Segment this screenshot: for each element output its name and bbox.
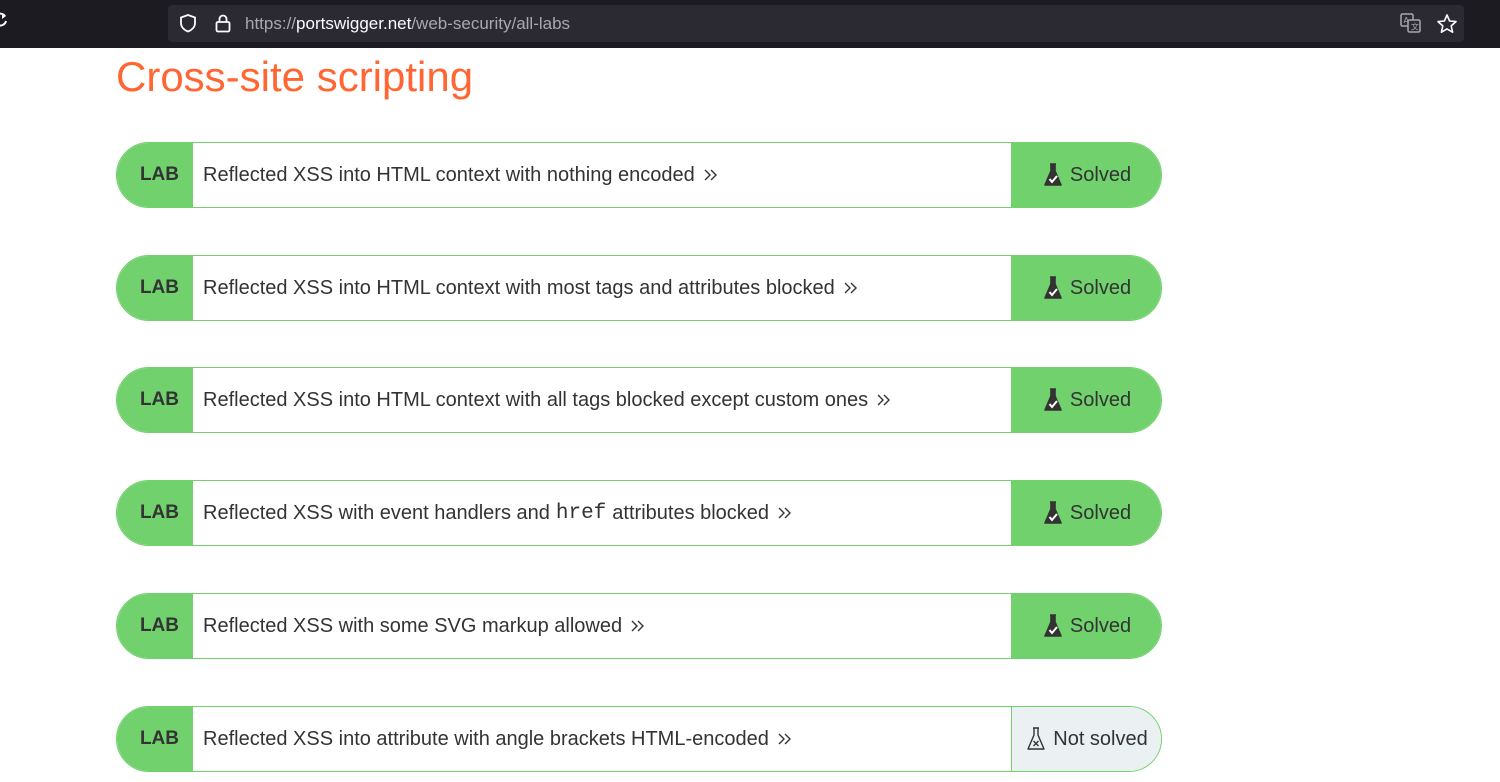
lab-title-text: Reflected XSS into attribute with angle … [203, 727, 769, 750]
lab-tag: LAB [117, 594, 193, 658]
lab-title-link[interactable]: Reflected XSS into HTML context with mos… [203, 256, 859, 320]
double-chevron-right-icon [630, 619, 646, 633]
lab-row[interactable]: LAB Reflected XSS into attribute with ang… [116, 706, 1162, 772]
status-badge-not-solved: Not solved [1011, 707, 1161, 771]
lab-title-code: href [555, 501, 607, 525]
address-bar[interactable]: https://portswigger.net/web-security/all… [168, 5, 1464, 42]
url-scheme: https:// [245, 14, 297, 33]
lab-title-link[interactable]: Reflected XSS into HTML context with not… [203, 143, 719, 207]
lab-title-link[interactable]: Reflected XSS with some SVG markup allow… [203, 594, 646, 658]
flask-x-icon [1025, 726, 1053, 752]
flask-check-icon [1042, 613, 1070, 639]
lab-title-link[interactable]: Reflected XSS with event handlers and hre… [203, 481, 793, 545]
lab-title-text: Reflected XSS into HTML context with mos… [203, 276, 835, 299]
lock-icon[interactable] [214, 13, 232, 38]
flask-check-icon [1042, 387, 1070, 413]
lab-row[interactable]: LAB Reflected XSS into HTML context with … [116, 255, 1162, 321]
svg-text:文: 文 [1411, 22, 1419, 32]
double-chevron-right-icon [777, 506, 793, 520]
lab-tag: LAB [117, 707, 193, 771]
status-label: Solved [1069, 501, 1132, 524]
status-badge-solved: Solved [1011, 594, 1161, 658]
lab-tag: LAB [117, 143, 193, 207]
browser-toolbar: https://portswigger.net/web-security/all… [0, 0, 1500, 48]
flask-check-icon [1042, 275, 1070, 301]
lab-title-text-after: attributes blocked [612, 501, 770, 524]
status-badge-solved: Solved [1011, 368, 1161, 432]
lab-tag: LAB [117, 368, 193, 432]
double-chevron-right-icon [876, 393, 892, 407]
status-label: Solved [1069, 614, 1132, 637]
lab-tag: LAB [117, 481, 193, 545]
lab-row[interactable]: LAB Reflected XSS with event handlers and… [116, 480, 1162, 546]
lab-title-link[interactable]: Reflected XSS into HTML context with all… [203, 368, 892, 432]
status-badge-solved: Solved [1011, 143, 1161, 207]
url-path: /web-security/all-labs [411, 14, 571, 33]
status-badge-solved: Solved [1011, 481, 1161, 545]
lab-title-text: Reflected XSS with some SVG markup allow… [203, 614, 623, 637]
lab-title-text: Reflected XSS with event handlers and [203, 501, 550, 524]
status-label: Solved [1069, 276, 1132, 299]
status-label: Solved [1069, 163, 1132, 186]
status-badge-solved: Solved [1011, 256, 1161, 320]
reload-icon[interactable] [0, 12, 8, 27]
tracking-protection-shield-icon[interactable] [178, 13, 198, 38]
status-label: Solved [1069, 388, 1132, 411]
flask-check-icon [1042, 162, 1070, 188]
url-text[interactable]: https://portswigger.net/web-security/all… [245, 14, 570, 34]
lab-title-link[interactable]: Reflected XSS into attribute with angle … [203, 707, 793, 771]
status-label: Not solved [1053, 727, 1148, 750]
double-chevron-right-icon [777, 732, 793, 746]
url-domain: portswigger.net [296, 14, 412, 33]
lab-tag: LAB [117, 256, 193, 320]
double-chevron-right-icon [843, 281, 859, 295]
lab-row[interactable]: LAB Reflected XSS with some SVG markup al… [116, 593, 1162, 659]
section-title: Cross-site scripting [116, 53, 474, 100]
lab-row[interactable]: LAB Reflected XSS into HTML context with … [116, 367, 1162, 433]
svg-text:A: A [1404, 16, 1410, 25]
flask-check-icon [1042, 500, 1070, 526]
lab-title-text: Reflected XSS into HTML context with all… [203, 388, 869, 411]
bookmark-star-icon[interactable] [1436, 13, 1458, 40]
double-chevron-right-icon [703, 168, 719, 182]
translate-icon[interactable]: A文 [1400, 13, 1422, 38]
lab-title-text: Reflected XSS into HTML context with not… [203, 163, 695, 186]
lab-row[interactable]: LAB Reflected XSS into HTML context with … [116, 142, 1162, 208]
